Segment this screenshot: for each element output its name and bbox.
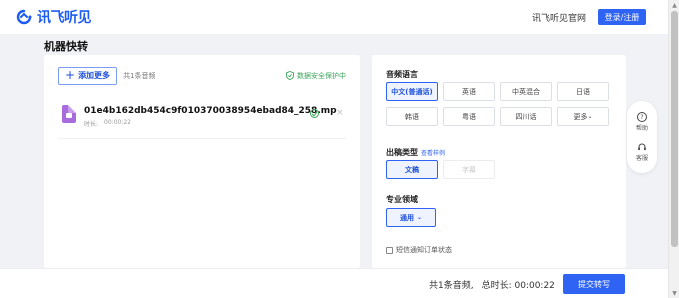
logo-text: 讯飞听见 [37, 10, 92, 26]
official-site-link[interactable]: 讯飞听见官网 [532, 11, 586, 24]
close-icon[interactable]: × [336, 108, 344, 118]
output-type-label: 出稿类型 [386, 148, 418, 157]
lang-more-dropdown[interactable]: 更多 ⌄ [557, 107, 609, 126]
lang-option-sichuanese[interactable]: 四川话 [500, 107, 552, 126]
more-label: 更多 [573, 112, 588, 121]
login-register-button[interactable]: 登录/注册 [598, 9, 646, 25]
top-header: 讯飞听见 讯飞听见官网 登录/注册 [0, 0, 668, 34]
language-section-title: 音频语言 [386, 70, 418, 79]
scroll-down-arrow-icon[interactable]: ▼ [669, 288, 679, 298]
customer-service-button[interactable]: 客服 [636, 142, 648, 162]
sms-notify-label: 短信通知订单状态 [396, 246, 452, 254]
add-more-label: 添加更多 [78, 71, 111, 80]
output-type-subtitle[interactable]: 字幕 [443, 160, 495, 179]
order-summary: 共1条音频, 总时长: 00:00:22 [429, 278, 555, 291]
floating-tools: ? 帮助 客服 [627, 101, 657, 173]
file-count: 共1条音频 [123, 71, 156, 80]
lang-option-korean[interactable]: 韩语 [386, 107, 438, 126]
output-type-title: 出稿类型 查看样例 [386, 147, 445, 158]
sms-notify-checkbox[interactable] [386, 246, 393, 254]
chevron-down-icon: ⌄ [416, 214, 423, 221]
total-audio-count: 共1条音频, [429, 281, 474, 291]
lang-option-cantonese[interactable]: 粤语 [443, 107, 495, 126]
help-button[interactable]: ? 帮助 [636, 112, 648, 132]
domain-select[interactable]: 通用 ⌄ [386, 208, 436, 227]
domain-section-title: 专业领域 [386, 195, 418, 204]
bottom-action-bar: 共1条音频, 总时长: 00:00:22 提交转写 [0, 268, 668, 298]
lang-option-japanese[interactable]: 日语 [557, 82, 609, 101]
scroll-thumb[interactable] [671, 11, 678, 247]
upload-complete-icon [310, 109, 319, 118]
shield-check-icon [286, 71, 294, 80]
file-row: 01e4b162db454c9f010370038954ebad84_258.m… [58, 99, 346, 139]
add-more-button[interactable]: + 添加更多 [58, 66, 118, 85]
lang-option-mandarin[interactable]: 中文(普通话) [386, 82, 438, 101]
duration-label: 时长: [84, 121, 99, 128]
language-options: 中文(普通话) 英语 中英混合 日语 韩语 粤语 四川话 更多 ⌄ [386, 82, 609, 126]
chevron-down-icon: ⌄ [587, 113, 593, 120]
lang-option-english[interactable]: 英语 [443, 82, 495, 101]
security-badge: 数据安全保护中 [286, 71, 346, 81]
duration-value: 00:00:22 [104, 119, 131, 126]
security-label: 数据安全保护中 [297, 71, 346, 80]
view-sample-link[interactable]: 查看样例 [421, 150, 445, 157]
service-label: 客服 [635, 155, 648, 162]
logo[interactable]: 讯飞听见 [14, 7, 92, 27]
file-duration: 时长: 00:00:22 [84, 119, 131, 128]
settings-panel: 音频语言 中文(普通话) 英语 中英混合 日语 韩语 粤语 四川话 更多 ⌄ 出… [372, 55, 626, 268]
output-type-transcript[interactable]: 文稿 [386, 160, 438, 179]
headset-icon [638, 143, 646, 151]
lang-option-zh-en[interactable]: 中英混合 [500, 82, 552, 101]
scroll-up-arrow-icon[interactable]: ▲ [669, 0, 679, 10]
page-title: 机器快转 [44, 40, 88, 53]
file-name: 01e4b162db454c9f010370038954ebad84_258.m… [84, 106, 337, 116]
total-duration: 总时长: 00:00:22 [481, 281, 555, 291]
file-list-panel: + 添加更多 共1条音频 数据安全保护中 01e4b162db454c9f010… [44, 55, 360, 268]
output-type-options: 文稿 字幕 [386, 160, 495, 179]
help-label: 帮助 [635, 125, 648, 132]
domain-value: 通用 [399, 213, 414, 222]
vertical-scrollbar[interactable]: ▲ ▼ [668, 0, 679, 298]
submit-transcription-button[interactable]: 提交转写 [563, 274, 625, 294]
logo-icon [16, 9, 32, 25]
plus-icon: + [65, 68, 76, 82]
video-file-icon [62, 105, 76, 123]
question-icon: ? [636, 112, 647, 122]
sms-notify-option[interactable]: 短信通知订单状态 [386, 245, 452, 255]
